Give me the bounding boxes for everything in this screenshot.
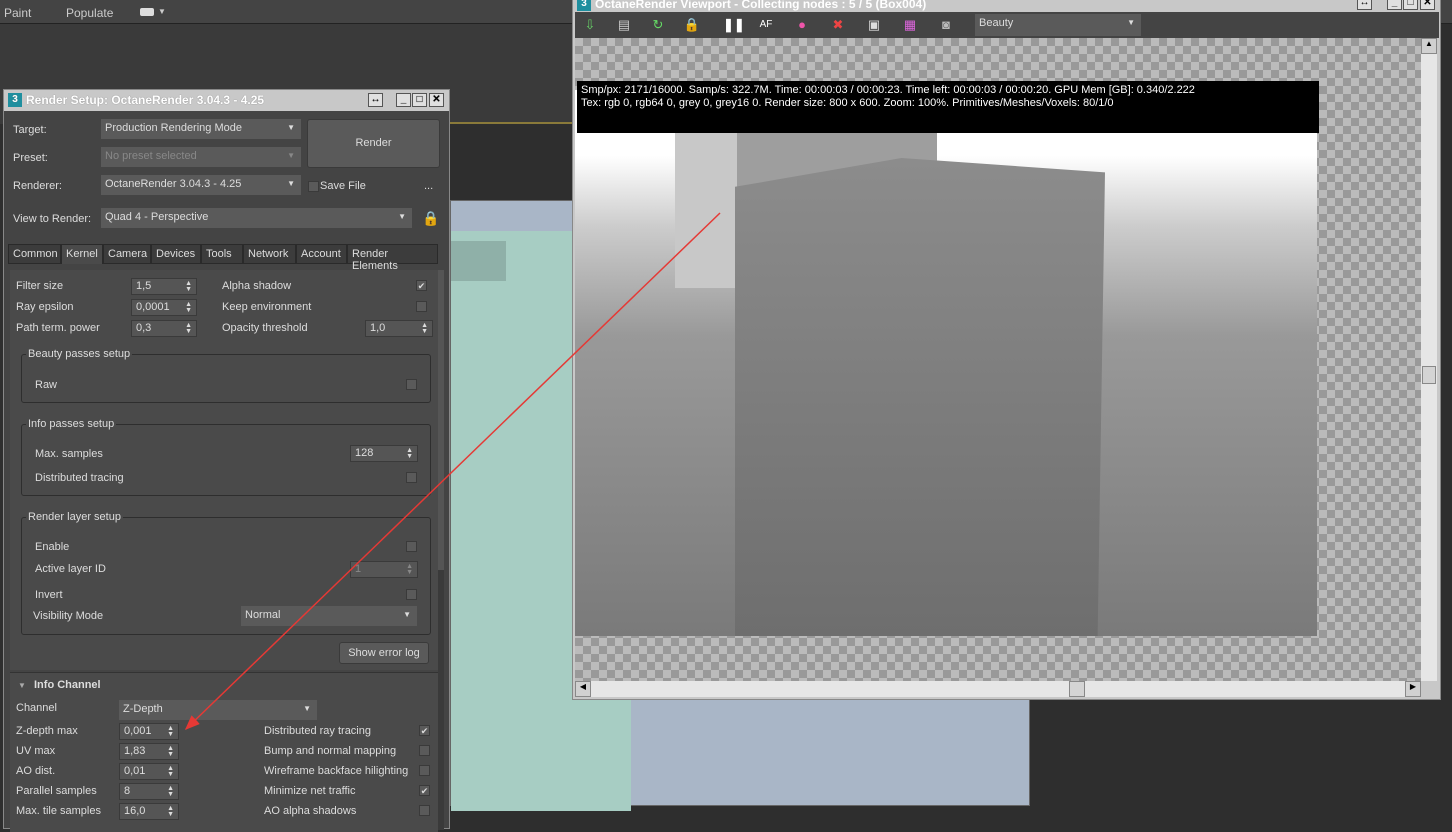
annotation-arrow (184, 212, 721, 731)
annotation-overlay (184, 212, 721, 731)
